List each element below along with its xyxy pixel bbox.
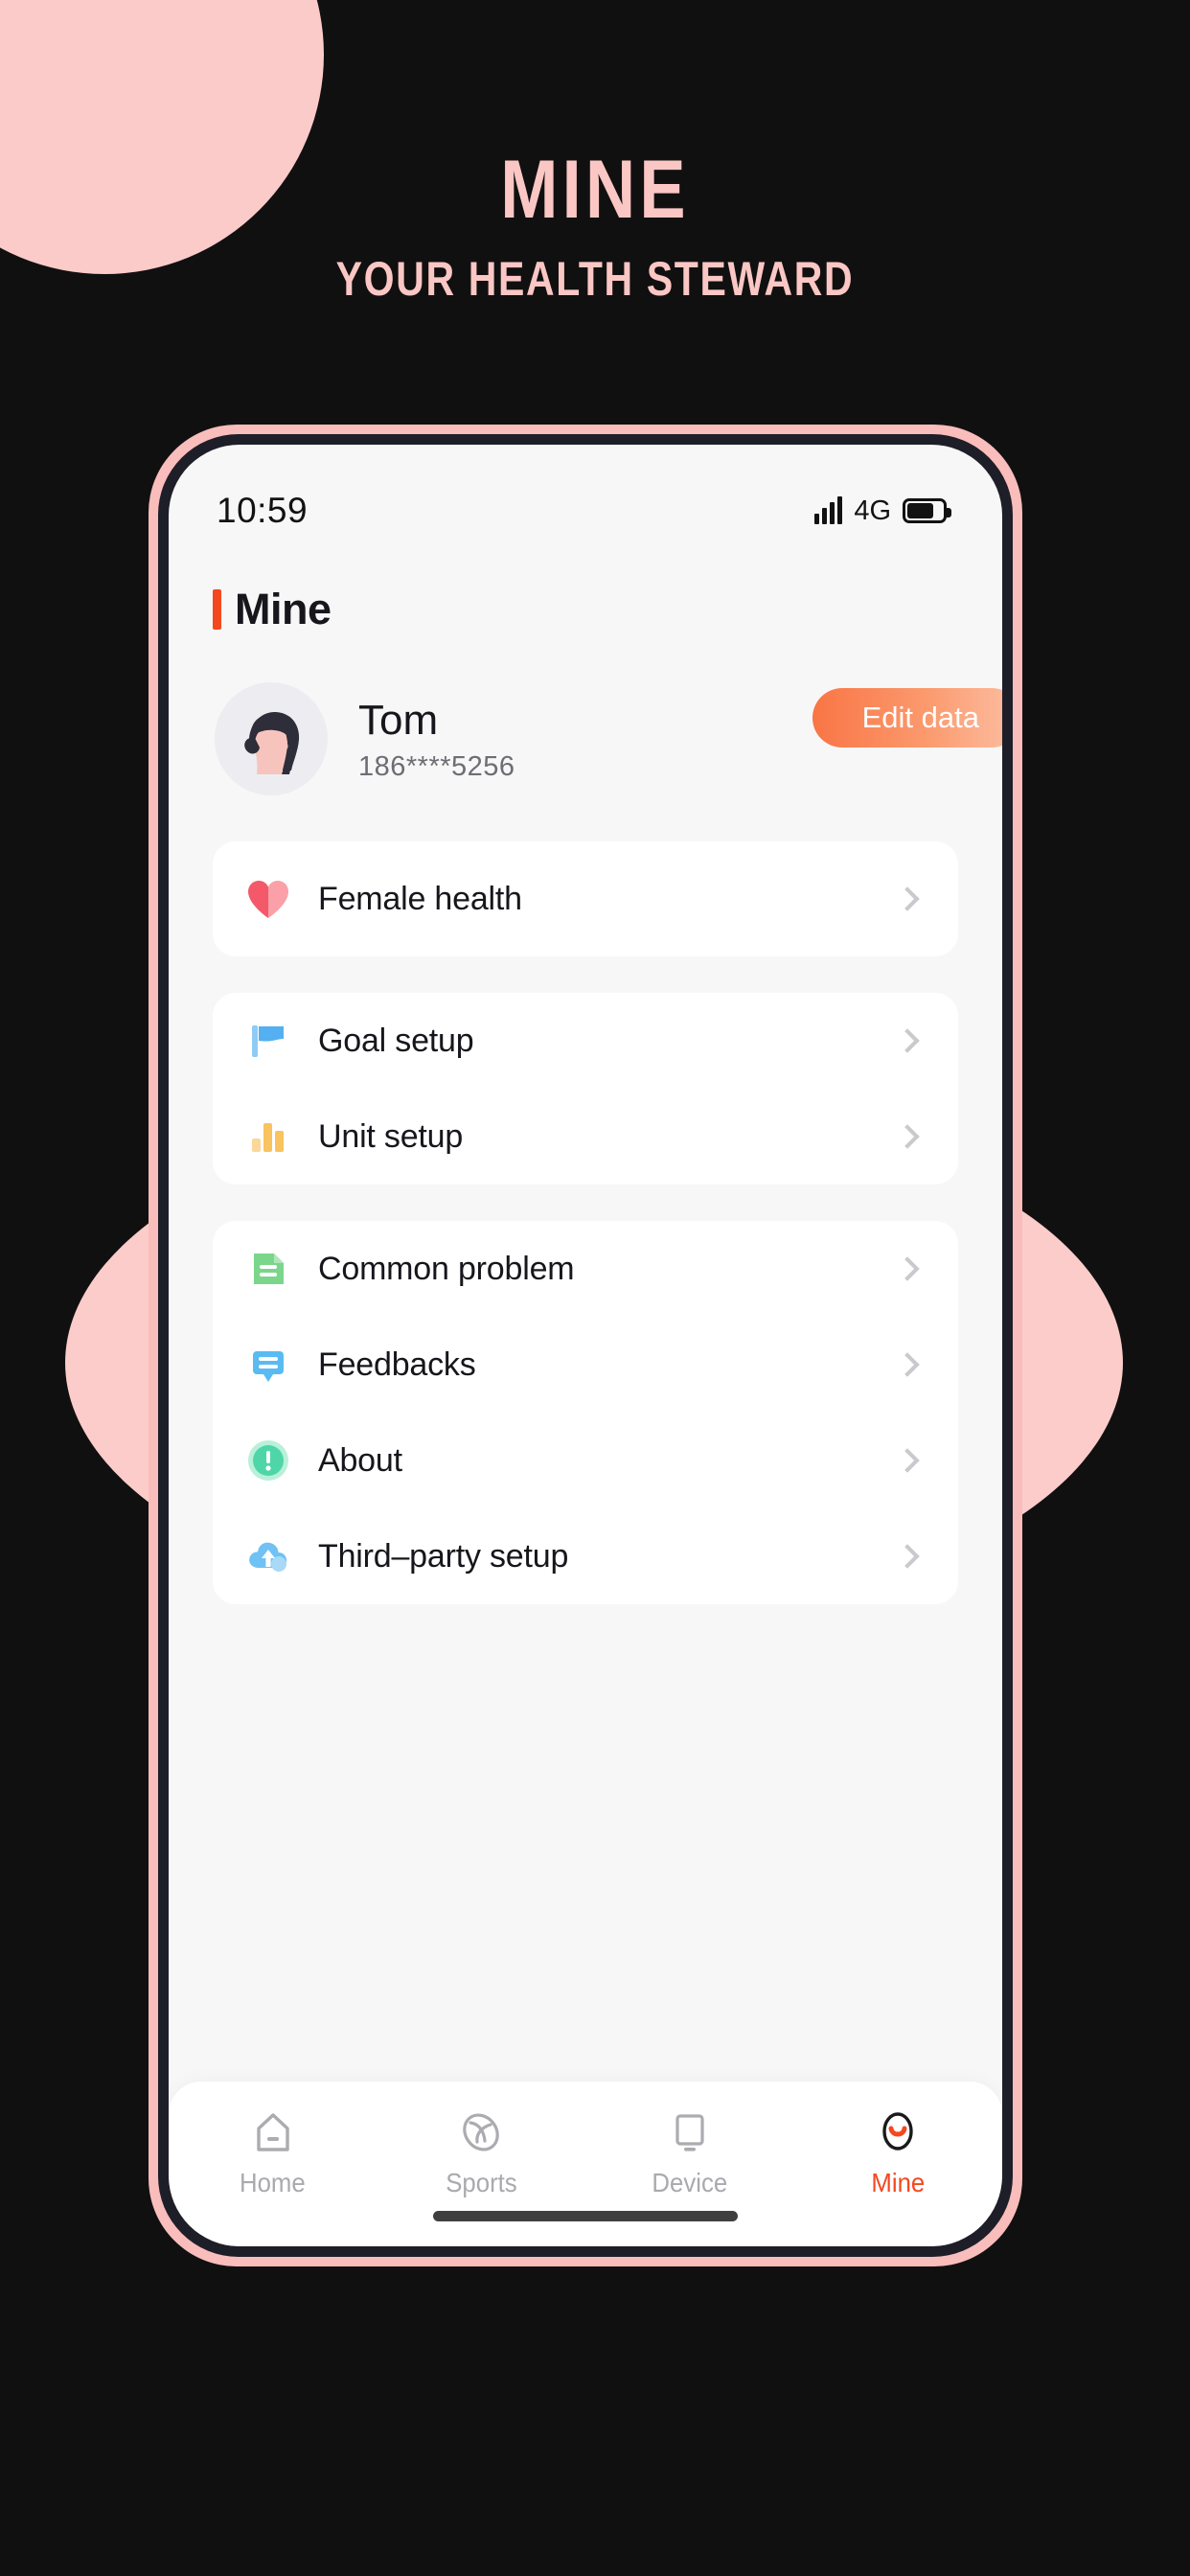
edit-data-button[interactable]: Edit data	[812, 688, 1002, 748]
profile-text: Tom 186****5256	[358, 696, 515, 783]
row-third-party-setup[interactable]: Third–party setup	[213, 1508, 958, 1604]
heart-icon	[243, 874, 293, 924]
nav-item-device[interactable]: Device	[585, 2106, 794, 2198]
status-time: 10:59	[217, 491, 309, 530]
chevron-right-icon[interactable]	[895, 1028, 920, 1053]
ball-icon	[458, 2106, 504, 2158]
chevron-right-icon[interactable]	[895, 1124, 920, 1149]
poster-title: MINE	[500, 144, 690, 236]
bottom-navigation: Home Sports Device Mine	[169, 2082, 1002, 2246]
profile-phone: 186****5256	[358, 750, 515, 782]
battery-icon	[903, 498, 951, 523]
row-common-problem[interactable]: Common problem	[213, 1221, 958, 1317]
document-icon	[243, 1244, 293, 1294]
nav-label: Device	[652, 2168, 728, 2197]
status-bar: 10:59 4G	[169, 445, 1002, 544]
poster-subtitle: YOUR HEALTH STEWARD	[335, 252, 855, 306]
row-goal-setup[interactable]: Goal setup	[213, 993, 958, 1089]
speech-bubble-icon	[243, 1340, 293, 1390]
edit-data-label: Edit data	[861, 701, 979, 734]
phone-bezel: 10:59 4G Mine Tom 186****5256 Edit data …	[158, 434, 1013, 2257]
poster-canvas: MINE YOUR HEALTH STEWARD 10:59 4G Mine T…	[0, 0, 1190, 2576]
chevron-right-icon[interactable]	[895, 1352, 920, 1377]
bar-chart-icon	[243, 1112, 293, 1162]
chevron-right-icon[interactable]	[895, 886, 920, 911]
row-label: Unit setup	[318, 1117, 464, 1155]
card-female-health: Female health	[213, 841, 958, 956]
card-setup: Goal setup Unit setup	[213, 993, 958, 1184]
phone-frame: 10:59 4G Mine Tom 186****5256 Edit data …	[149, 425, 1022, 2266]
card-info: Common problem Feedbacks About Third–par…	[213, 1221, 958, 1604]
info-circle-icon	[243, 1436, 293, 1485]
row-label: Goal setup	[318, 1022, 474, 1059]
home-indicator[interactable]	[433, 2211, 738, 2221]
chevron-right-icon[interactable]	[895, 1544, 920, 1569]
network-type-label: 4G	[854, 494, 891, 526]
cloud-upload-icon	[243, 1531, 293, 1581]
chevron-right-icon[interactable]	[895, 1448, 920, 1473]
profile-section[interactable]: Tom 186****5256 Edit data	[169, 634, 1002, 797]
page-title: Mine	[235, 585, 332, 633]
row-label: Feedbacks	[318, 1346, 476, 1383]
row-about[interactable]: About	[213, 1413, 958, 1508]
monitor-icon	[667, 2106, 713, 2158]
row-label: About	[318, 1441, 402, 1479]
nav-label: Home	[240, 2168, 307, 2197]
row-feedbacks[interactable]: Feedbacks	[213, 1317, 958, 1413]
row-label: Common problem	[318, 1250, 575, 1287]
house-icon	[250, 2106, 296, 2158]
nav-label: Mine	[871, 2168, 926, 2197]
phone-screen: 10:59 4G Mine Tom 186****5256 Edit data …	[169, 445, 1002, 2246]
row-unit-setup[interactable]: Unit setup	[213, 1089, 958, 1184]
face-icon	[875, 2106, 921, 2158]
nav-label: Sports	[446, 2168, 517, 2197]
status-indicators: 4G	[814, 494, 951, 527]
profile-name: Tom	[358, 696, 439, 744]
avatar-illustration	[215, 682, 328, 795]
flag-icon	[243, 1016, 293, 1066]
nav-item-sports[interactable]: Sports	[378, 2106, 586, 2198]
poster-headline: MINE YOUR HEALTH STEWARD	[0, 144, 1190, 307]
chevron-right-icon[interactable]	[895, 1256, 920, 1281]
avatar[interactable]	[215, 682, 328, 795]
nav-item-home[interactable]: Home	[169, 2106, 378, 2198]
row-female-health[interactable]: Female health	[213, 841, 958, 956]
row-label: Female health	[318, 880, 522, 917]
nav-item-mine[interactable]: Mine	[794, 2106, 1003, 2198]
page-header: Mine	[169, 544, 1002, 634]
row-label: Third–party setup	[318, 1537, 569, 1575]
signal-bars-icon	[814, 496, 843, 524]
title-accent-bar	[213, 589, 221, 630]
